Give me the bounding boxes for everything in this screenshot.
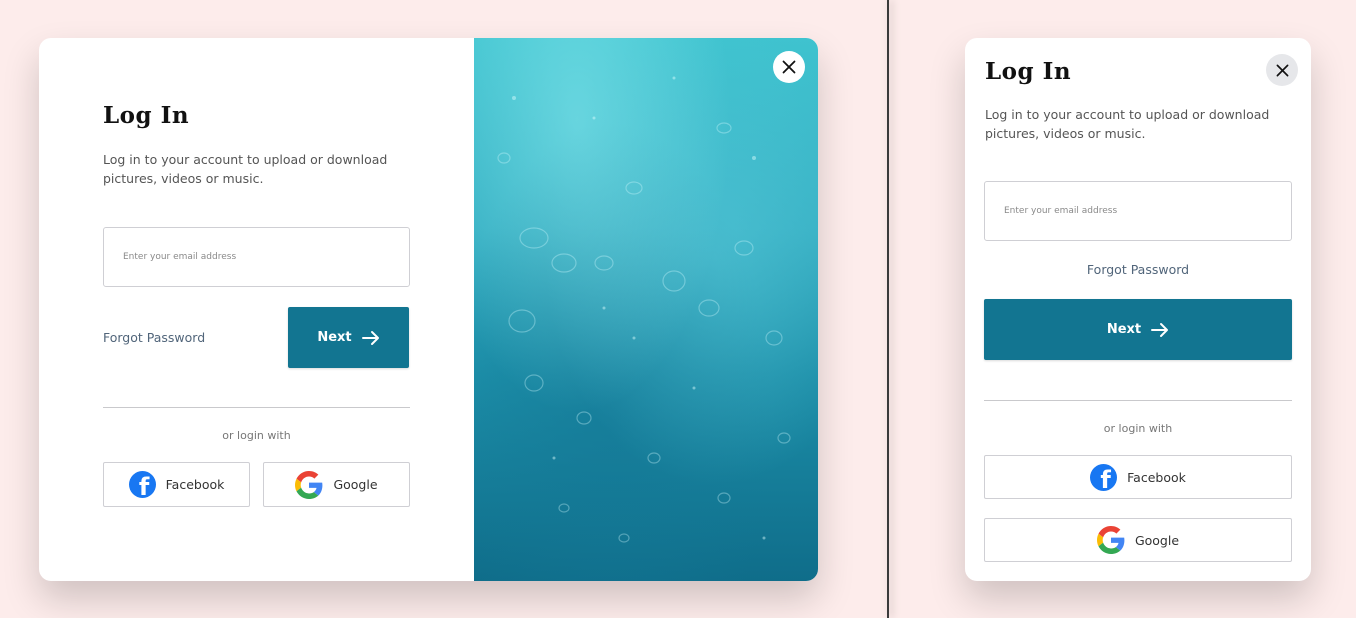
email-field[interactable]	[103, 227, 410, 287]
water-texture	[497, 76, 791, 543]
google-login-button[interactable]: Google	[263, 462, 410, 507]
email-input[interactable]	[104, 228, 409, 286]
subtitle: Log in to your account to upload or down…	[985, 107, 1270, 141]
close-icon	[1276, 64, 1288, 76]
facebook-icon: f	[128, 471, 156, 498]
next-button-label: Next	[317, 330, 352, 345]
layout-divider	[887, 0, 889, 618]
subtitle: Log in to your account to upload or down…	[103, 152, 388, 186]
page-title: Log In	[985, 58, 1072, 85]
forgot-password-link[interactable]: Forgot Password	[965, 262, 1311, 277]
forgot-password-link[interactable]: Forgot Password	[103, 330, 205, 345]
facebook-icon: f	[1090, 463, 1118, 491]
next-button-label: Next	[1106, 322, 1142, 337]
next-button[interactable]: Next	[984, 299, 1292, 360]
arrow-right-icon	[361, 330, 379, 345]
divider	[984, 400, 1292, 401]
email-field[interactable]	[984, 181, 1292, 241]
google-login-button[interactable]: Google	[984, 518, 1292, 562]
arrow-right-icon	[1151, 322, 1169, 337]
google-label: Google	[333, 477, 378, 492]
google-icon	[1096, 526, 1125, 554]
login-modal-desktop: Log In Log in to your account to upload …	[39, 38, 818, 581]
or-login-with-label: or login with	[1103, 422, 1173, 435]
google-icon	[295, 470, 323, 499]
google-label: Google	[1134, 532, 1180, 548]
facebook-login-button[interactable]: f Facebook	[984, 455, 1292, 499]
page-title: Log In	[103, 102, 190, 129]
close-button[interactable]	[1266, 54, 1298, 86]
or-login-with-label: or login with	[222, 429, 291, 442]
close-button[interactable]	[773, 51, 805, 83]
close-icon	[782, 60, 796, 74]
login-modal-mobile: Log In Log in to your account to upload …	[965, 38, 1311, 581]
divider	[103, 407, 410, 408]
email-input[interactable]	[985, 182, 1291, 240]
water-image	[474, 38, 818, 581]
facebook-login-button[interactable]: f Facebook	[103, 462, 250, 507]
facebook-label: Facebook	[165, 477, 225, 492]
facebook-label: Facebook	[1127, 469, 1186, 485]
next-button[interactable]: Next	[288, 307, 409, 368]
